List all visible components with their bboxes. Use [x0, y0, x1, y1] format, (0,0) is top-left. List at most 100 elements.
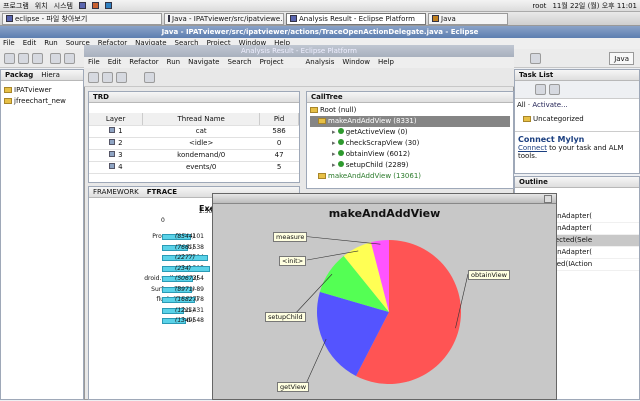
- task-label: Analysis Result - Eclipse Platform: [299, 14, 415, 23]
- new-icon[interactable]: [88, 72, 99, 83]
- task-eclipse-files[interactable]: eclipse - 파일 찾아보기: [2, 12, 162, 25]
- cell-thread-name: kondemand/0: [142, 149, 260, 162]
- ftrace-bar-value: (1211): [175, 306, 195, 314]
- tab-hierarchy[interactable]: Hiera: [41, 70, 60, 80]
- tree-node[interactable]: ▸ obtainView (6012): [310, 149, 510, 160]
- run-icon[interactable]: [64, 53, 75, 64]
- tab-outline[interactable]: Outline: [519, 177, 548, 187]
- places-menu[interactable]: 위치: [35, 1, 48, 11]
- pie-label-measure: measure: [273, 232, 308, 242]
- menu-help[interactable]: Help: [378, 57, 394, 68]
- chart-window[interactable]: makeAndAddView measure <init> obtainView se…: [212, 193, 557, 400]
- column-pid[interactable]: Pid: [259, 113, 299, 126]
- task-label: Java: [441, 14, 456, 23]
- menu-file[interactable]: File: [88, 57, 100, 68]
- launcher-icon[interactable]: [78, 2, 86, 9]
- menu-edit[interactable]: Edit: [108, 57, 122, 68]
- menu-run[interactable]: Run: [44, 38, 57, 49]
- main-window-title[interactable]: Java - IPATviewer/src/ipatviewer/actions…: [0, 26, 640, 38]
- table-row[interactable]: 1 cat 586: [89, 125, 299, 138]
- expand-icon[interactable]: ▸: [332, 128, 336, 136]
- menu-navigate[interactable]: Navigate: [188, 57, 219, 68]
- tab-task-list[interactable]: Task List: [519, 70, 553, 80]
- folder-icon: [318, 118, 326, 124]
- thread-icon: [109, 139, 116, 145]
- task-list-toolbar: [515, 81, 639, 99]
- category-uncategorized[interactable]: Uncategorized: [515, 111, 639, 127]
- expand-icon[interactable]: ▸: [332, 161, 336, 169]
- cell-layer: 3: [89, 149, 143, 162]
- cell-layer: 4: [89, 161, 143, 174]
- tree-node[interactable]: ▸ setupChild (2289): [310, 160, 510, 171]
- task-list-panel: Task List All · Activate... Uncategorize…: [514, 69, 640, 174]
- user-name[interactable]: root: [532, 2, 546, 10]
- tab-package-explorer[interactable]: Packag: [5, 70, 33, 80]
- mylyn-text-2: tools.: [518, 152, 538, 160]
- task-java-editor[interactable]: Java - IPATviewer/src/ipatviewe...: [164, 12, 284, 25]
- tree-node-root[interactable]: Root (null): [310, 105, 510, 116]
- tree-node[interactable]: ▸ getActiveView (0): [310, 127, 510, 138]
- expand-icon[interactable]: ▸: [332, 139, 336, 147]
- tree-node-selected[interactable]: makeAndAddView (8331): [310, 116, 510, 127]
- ftrace-bar-value: (234): [175, 264, 192, 272]
- project-item[interactable]: jfreechart_new: [4, 96, 80, 107]
- menu-search[interactable]: Search: [228, 57, 252, 68]
- project-item[interactable]: IPATviewer: [4, 85, 80, 96]
- applications-menu[interactable]: 프로그램: [3, 1, 29, 11]
- ftrace-bar-value: (8544): [175, 233, 195, 240]
- cell-pid: 0: [259, 137, 299, 150]
- menu-file[interactable]: File: [3, 38, 15, 49]
- analysis-window-title[interactable]: Analysis Result - Eclipse Platform: [84, 45, 514, 57]
- mylyn-text: to your task and ALM: [546, 144, 624, 152]
- clock[interactable]: 11월 22일 (월) 오후 11:01: [552, 1, 637, 11]
- menu-refactor[interactable]: Refactor: [129, 57, 158, 68]
- print-icon[interactable]: [116, 72, 127, 83]
- package-explorer-tabs: Packag Hiera: [1, 70, 83, 81]
- column-layer[interactable]: Layer: [89, 113, 144, 126]
- menu-analysis[interactable]: Analysis: [306, 57, 335, 68]
- tab-framework[interactable]: FRAMEWORK: [93, 187, 139, 197]
- ftrace-bar-value: (50673): [175, 275, 199, 282]
- task-java[interactable]: Java: [428, 12, 508, 25]
- menu-run[interactable]: Run: [167, 57, 180, 68]
- folder-icon: [6, 15, 13, 22]
- tree-node[interactable]: ▸ checkScrapView (30): [310, 138, 510, 149]
- expand-icon[interactable]: ▸: [332, 150, 336, 158]
- new-icon[interactable]: [4, 53, 15, 64]
- menu-project[interactable]: Project: [260, 57, 284, 68]
- method-icon: [337, 139, 344, 145]
- filter-icon[interactable]: [549, 84, 560, 95]
- save-icon[interactable]: [102, 72, 113, 83]
- help-icon[interactable]: [104, 2, 112, 9]
- tab-ftrace[interactable]: FTRACE: [147, 187, 177, 197]
- table-row[interactable]: 3 kondemand/0 47: [89, 149, 299, 162]
- table-row[interactable]: 4 events/0 5: [89, 161, 299, 174]
- task-analysis-result[interactable]: Analysis Result - Eclipse Platform: [286, 12, 426, 25]
- tab-trd[interactable]: TRD: [93, 92, 109, 102]
- menu-edit[interactable]: Edit: [23, 38, 37, 49]
- column-thread-name[interactable]: Thread Name: [142, 113, 261, 126]
- table-row[interactable]: 2 <idle> 0: [89, 137, 299, 150]
- pie-label-obtainview: obtainView: [468, 270, 510, 280]
- connect-link[interactable]: Connect: [518, 144, 547, 152]
- package-explorer: Packag Hiera IPATviewer jfreechart_new: [0, 69, 84, 400]
- analyze-icon[interactable]: [144, 72, 155, 83]
- all-filter[interactable]: All: [517, 101, 526, 109]
- debug-icon[interactable]: [50, 53, 61, 64]
- node-label: getActiveView (0): [345, 128, 408, 136]
- print-icon[interactable]: [32, 53, 43, 64]
- perspective-java[interactable]: Java: [609, 52, 634, 65]
- new-task-icon[interactable]: [535, 84, 546, 95]
- system-menu[interactable]: 시스템: [54, 1, 73, 11]
- menu-window[interactable]: Window: [342, 57, 370, 68]
- save-icon[interactable]: [18, 53, 29, 64]
- pie-leader-line: [300, 235, 381, 245]
- activate-link[interactable]: Activate...: [532, 101, 567, 109]
- tab-calltree[interactable]: CallTree: [311, 92, 343, 102]
- cell-thread-name: cat: [142, 125, 260, 138]
- thread-icon: [109, 127, 116, 133]
- firefox-icon[interactable]: [91, 2, 99, 9]
- open-perspective-icon[interactable]: [530, 53, 541, 64]
- node-label: Root (null): [320, 106, 357, 114]
- tree-node[interactable]: makeAndAddView (13061): [310, 171, 510, 182]
